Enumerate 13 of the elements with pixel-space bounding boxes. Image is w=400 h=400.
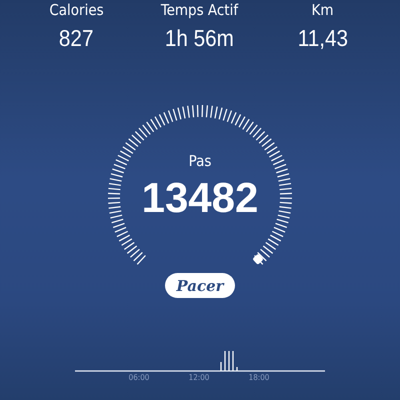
steps-label: Pas: [188, 152, 212, 170]
stat-label: Calories: [49, 1, 104, 19]
stat-value: 1h 56m: [164, 25, 234, 52]
stat-label: Temps Actif: [160, 1, 238, 19]
stat-value: 827: [59, 25, 94, 52]
stat-label: Km: [312, 1, 334, 19]
time-label: 18:00: [248, 373, 270, 382]
time-label: 06:00: [128, 373, 150, 382]
time-label: 12:00: [188, 373, 210, 382]
steps-value: 13482: [142, 174, 258, 222]
stat-value: 11,43: [297, 25, 348, 52]
brand-badge: Pacer: [165, 273, 235, 298]
gauge-thumb: [252, 254, 264, 265]
